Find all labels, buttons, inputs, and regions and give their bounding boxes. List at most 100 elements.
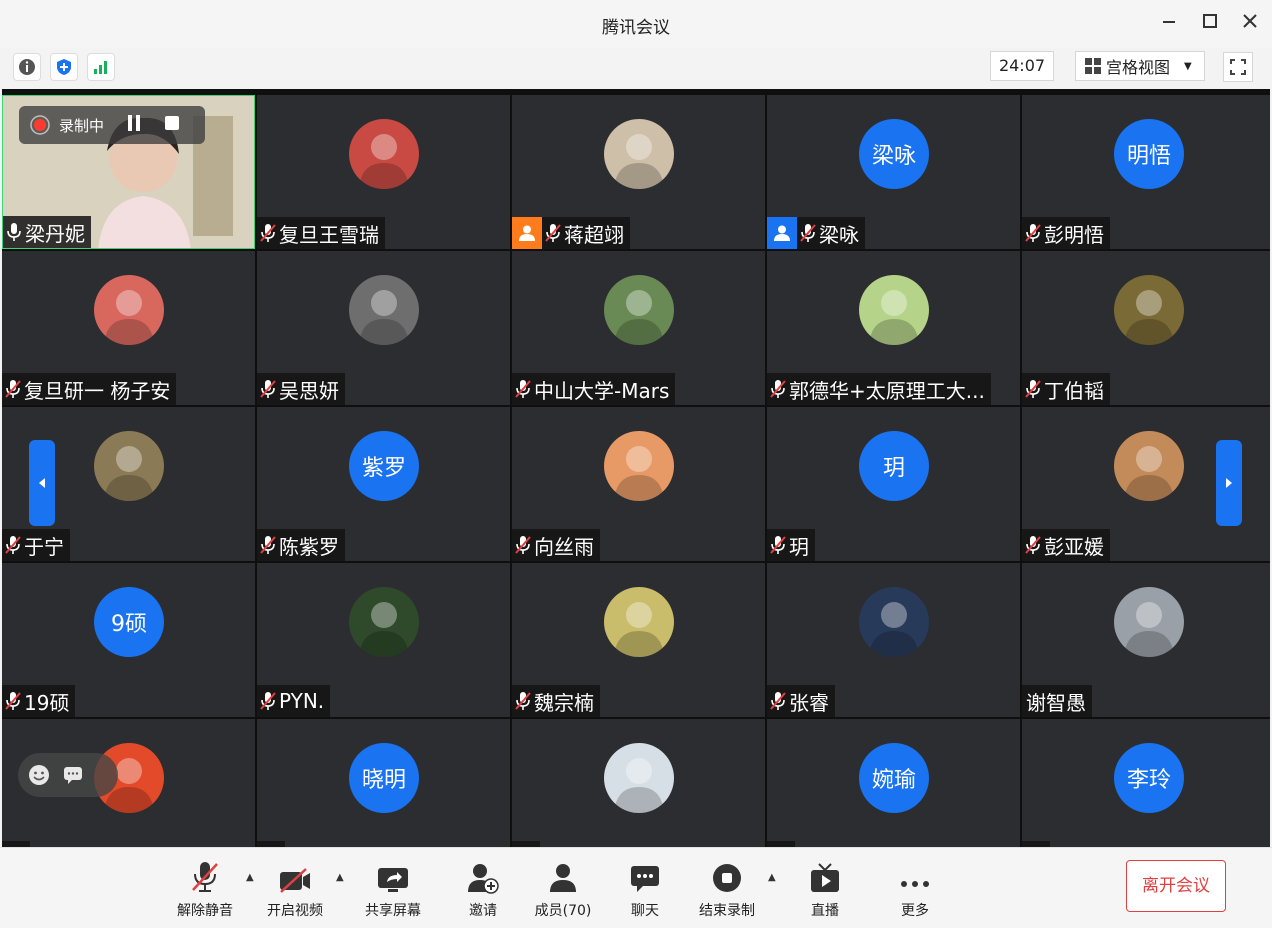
network-signal-icon[interactable] xyxy=(87,53,115,81)
maximize-icon[interactable] xyxy=(1196,10,1224,38)
participant-tile[interactable]: 中山大学-Mars xyxy=(512,251,765,405)
participant-tile[interactable]: 明悟彭明悟 xyxy=(1022,95,1270,249)
participant-name: 彭明悟 xyxy=(1044,222,1104,247)
invite-button[interactable]: 邀请 xyxy=(438,858,528,920)
participant-nameplate: 复旦研一 杨子安 xyxy=(2,373,177,405)
mic-icon xyxy=(3,216,25,248)
participant-avatar: 玥 xyxy=(859,431,929,501)
participant-nameplate: 梁咏 xyxy=(767,217,865,249)
participant-nameplate: 梁丹妮 xyxy=(3,216,91,248)
participant-name: 复旦王雪瑞 xyxy=(279,222,379,247)
mic-muted-icon xyxy=(545,224,561,242)
stop-recording-mini-button[interactable] xyxy=(164,115,180,135)
recording-options-caret[interactable]: ▲ xyxy=(768,872,776,883)
grid-view-icon xyxy=(1085,58,1101,74)
minimize-icon[interactable] xyxy=(1155,10,1183,38)
participant-name: 玥 xyxy=(789,534,809,559)
mic-muted-icon xyxy=(257,373,279,405)
participant-tile[interactable]: 吴思妍 xyxy=(257,251,510,405)
more-button[interactable]: 更多 xyxy=(870,858,960,920)
leave-meeting-button[interactable]: 离开会议 xyxy=(1126,860,1226,912)
participant-tile[interactable]: 蒋超翊 xyxy=(512,95,765,249)
role-badge xyxy=(767,217,797,249)
participant-tile[interactable]: 魏宗楠 xyxy=(512,563,765,717)
prev-page-button[interactable] xyxy=(29,440,55,526)
security-shield-icon[interactable] xyxy=(50,53,78,81)
participant-tile[interactable]: 复旦研一 杨子安 xyxy=(2,251,255,405)
add-user-icon xyxy=(468,864,499,894)
mic-muted-icon xyxy=(512,529,534,561)
view-mode-select[interactable]: 宫格视图 ▼ xyxy=(1075,51,1205,81)
participant-tile[interactable]: 录制中梁丹妮 xyxy=(2,95,255,249)
participant-tile[interactable]: 李玲 xyxy=(1022,719,1270,847)
mic-muted-icon xyxy=(515,692,531,710)
participant-name: 19硕 xyxy=(24,690,70,715)
participant-nameplate: 魏宗楠 xyxy=(512,685,600,717)
fullscreen-icon[interactable] xyxy=(1223,52,1253,82)
participant-avatar xyxy=(1114,431,1184,501)
mic-icon xyxy=(7,223,21,241)
participant-avatar xyxy=(94,275,164,345)
person-icon xyxy=(774,225,790,241)
mic-muted-icon xyxy=(5,536,21,554)
participant-avatar xyxy=(349,587,419,657)
participant-avatar: 紫罗 xyxy=(349,431,419,501)
share-screen-button[interactable]: 共享屏幕 xyxy=(348,858,438,920)
mic-muted-icon xyxy=(1025,380,1041,398)
participant-nameplate: 玥 xyxy=(767,529,815,561)
mic-muted-icon xyxy=(5,692,21,710)
participant-avatar: 李玲 xyxy=(1114,743,1184,813)
recording-indicator: 录制中 xyxy=(19,106,205,144)
participant-tile[interactable]: 紫罗 陈紫罗 xyxy=(257,407,510,561)
participant-nameplate: 谢智愚 xyxy=(1022,685,1092,717)
unmute-button[interactable]: 解除静音 xyxy=(160,858,250,920)
participant-tile[interactable]: 丁伯韬 xyxy=(1022,251,1270,405)
participant-avatar xyxy=(604,587,674,657)
participant-avatar xyxy=(1114,275,1184,345)
participant-tile[interactable]: 向丝雨 xyxy=(512,407,765,561)
reaction-pill[interactable] xyxy=(18,753,118,797)
message-icon[interactable] xyxy=(62,764,84,786)
info-icon[interactable] xyxy=(13,53,41,81)
participant-tile[interactable] xyxy=(512,719,765,847)
participant-avatar xyxy=(604,119,674,189)
mic-muted-icon xyxy=(192,862,218,892)
participant-tile[interactable]: 婉瑜 xyxy=(767,719,1020,847)
start-video-button[interactable]: 开启视频 xyxy=(250,858,340,920)
participant-avatar: 婉瑜 xyxy=(859,743,929,813)
participant-tile[interactable]: 梁咏 梁咏 xyxy=(767,95,1020,249)
pause-recording-button[interactable] xyxy=(126,114,142,136)
participant-avatar: 明悟 xyxy=(1114,119,1184,189)
mic-muted-icon xyxy=(1022,529,1044,561)
mic-muted-icon xyxy=(515,536,531,554)
participant-tile[interactable]: 郭德华+太原理工大... xyxy=(767,251,1020,405)
camera-off-icon xyxy=(280,868,310,893)
chevron-left-icon xyxy=(39,478,45,488)
participant-nameplate: 向丝雨 xyxy=(512,529,600,561)
members-icon xyxy=(550,864,576,892)
close-icon[interactable] xyxy=(1236,10,1264,38)
stop-recording-button[interactable]: 结束录制 xyxy=(682,858,772,920)
participant-nameplate: 彭亚媛 xyxy=(1022,529,1110,561)
emoji-icon[interactable] xyxy=(28,764,50,786)
participant-tile[interactable]: 晓明 xyxy=(257,719,510,847)
participant-avatar xyxy=(604,743,674,813)
title-bar: 腾讯会议 xyxy=(0,0,1272,49)
chat-button[interactable]: 聊天 xyxy=(600,858,690,920)
participant-tile[interactable]: 复旦王雪瑞 xyxy=(257,95,510,249)
mic-muted-icon xyxy=(5,380,21,398)
members-button[interactable]: 成员(70) xyxy=(518,858,608,920)
mic-muted-icon xyxy=(512,373,534,405)
participant-tile[interactable]: 谢智愚 xyxy=(1022,563,1270,717)
person-icon xyxy=(519,225,535,241)
participant-tile[interactable]: 玥玥 xyxy=(767,407,1020,561)
participant-tile[interactable]: PYN. xyxy=(257,563,510,717)
participant-tile[interactable]: 9硕 19硕 xyxy=(2,563,255,717)
participant-tile[interactable]: 张睿 xyxy=(767,563,1020,717)
mic-muted-icon xyxy=(770,536,786,554)
video-options-caret[interactable]: ▲ xyxy=(336,872,344,883)
live-button[interactable]: 直播 xyxy=(780,858,870,920)
participant-avatar xyxy=(94,431,164,501)
participant-avatar xyxy=(1114,587,1184,657)
next-page-button[interactable] xyxy=(1216,440,1242,526)
